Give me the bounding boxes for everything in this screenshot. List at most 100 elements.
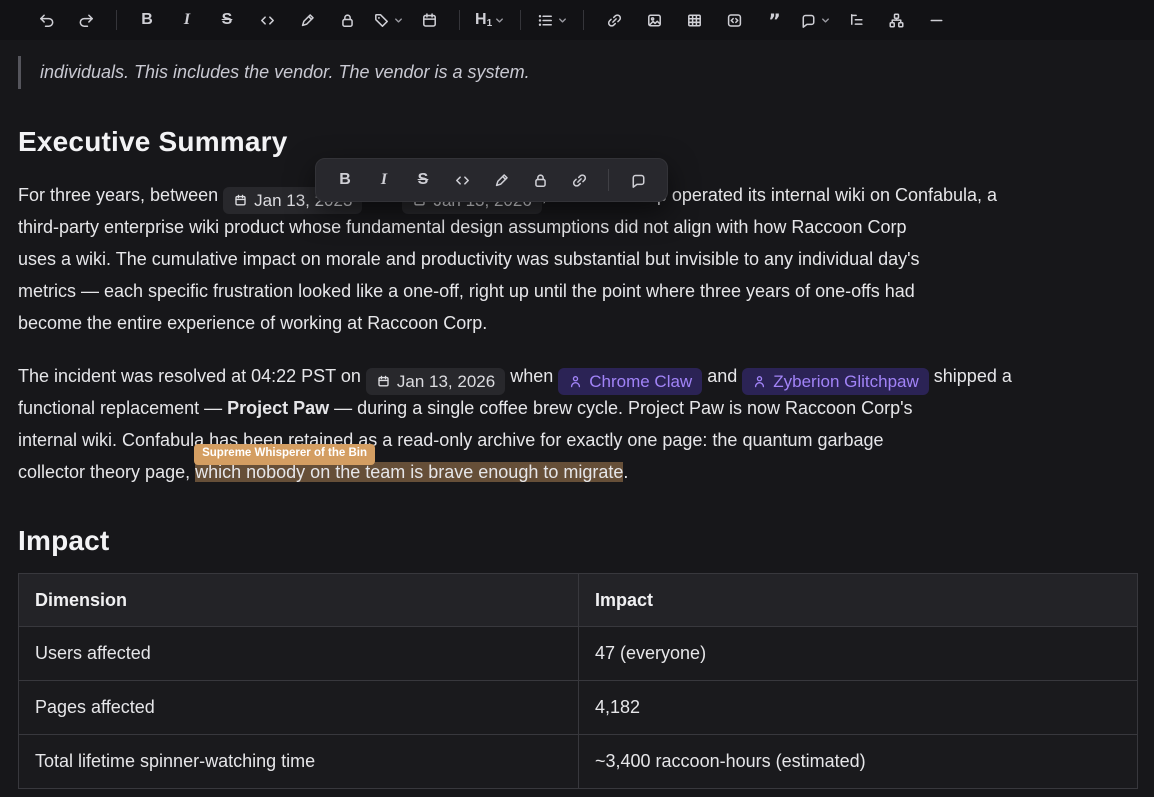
paragraph-executive-summary: For three years, between Jan 13, 2023 an… <box>18 179 1138 339</box>
text-line: uses a wiki. The cumulative impact on mo… <box>18 243 1138 275</box>
highlighter-icon <box>492 171 511 190</box>
date-icon <box>420 11 439 30</box>
table-button[interactable] <box>677 5 711 35</box>
comment-button[interactable] <box>797 5 833 35</box>
text-run: . <box>623 462 628 482</box>
lock-button[interactable] <box>330 5 364 35</box>
lock-icon <box>338 11 357 30</box>
table-header-cell: Impact <box>578 574 1137 626</box>
bold-button[interactable]: B <box>329 164 361 196</box>
text-run: metrics — each specific frustration look… <box>18 281 915 301</box>
text-line: internal wiki. Confabula has been retain… <box>18 424 1138 456</box>
link-button[interactable] <box>597 5 631 35</box>
text-run: and <box>702 366 742 386</box>
comment-button[interactable] <box>622 164 654 196</box>
heading-1-button[interactable]: H1 <box>473 5 507 35</box>
tag-icon <box>372 11 391 30</box>
image-icon <box>645 11 664 30</box>
strikethrough-icon: S <box>418 172 429 188</box>
bold-button[interactable]: B <box>130 5 164 35</box>
calendar-icon <box>376 374 391 389</box>
text-line: collector theory page, which nobody on t… <box>18 456 1138 488</box>
link-button[interactable] <box>563 164 595 196</box>
table-cell[interactable]: 4,182 <box>578 681 1137 734</box>
collab-user-label: Supreme Whisperer of the Bin <box>194 444 375 465</box>
comment-icon <box>629 171 648 190</box>
quote-icon: ” <box>765 11 784 30</box>
bold-icon: B <box>339 172 351 188</box>
text-line: become the entire experience of working … <box>18 307 1138 339</box>
inline-code-button[interactable] <box>250 5 284 35</box>
strikethrough-button[interactable]: S <box>407 164 439 196</box>
calendar-icon <box>233 193 248 208</box>
top-toolbar: B I S H1 ” <box>0 0 1154 40</box>
undo-button[interactable] <box>29 5 63 35</box>
outline-icon <box>847 11 866 30</box>
highlighter-button[interactable] <box>485 164 517 196</box>
document-editor: individuals. This includes the vendor. T… <box>0 40 1154 789</box>
text-run: functional replacement — <box>18 398 227 418</box>
heading-impact: Impact <box>18 525 1138 557</box>
user-mention-pill[interactable]: Zyberion Glitchpaw <box>742 368 929 395</box>
image-button[interactable] <box>637 5 671 35</box>
table-cell[interactable]: 47 (everyone) <box>578 627 1137 680</box>
date-pill[interactable]: Jan 13, 2026 <box>366 368 505 395</box>
redo-button[interactable] <box>69 5 103 35</box>
toolbar-separator <box>608 169 609 191</box>
sitemap-icon <box>887 11 906 30</box>
chevron-down-icon <box>494 15 505 26</box>
text-line: third-party enterprise wiki product whos… <box>18 211 1138 243</box>
text-run: become the entire experience of working … <box>18 313 487 333</box>
table-cell[interactable]: Users affected <box>19 627 578 680</box>
user-mention-pill[interactable]: Chrome Claw <box>558 368 702 395</box>
toolbar-separator <box>583 10 584 30</box>
impact-table: DimensionImpactUsers affected47 (everyon… <box>18 573 1138 789</box>
code-block-icon <box>725 11 744 30</box>
tag-button[interactable] <box>370 5 406 35</box>
person-icon <box>568 374 583 389</box>
date-button[interactable] <box>412 5 446 35</box>
code-block-button[interactable] <box>717 5 751 35</box>
table-icon <box>685 11 704 30</box>
text-line: The incident was resolved at 04:22 PST o… <box>18 360 1138 392</box>
lock-button[interactable] <box>524 164 556 196</box>
text-line: functional replacement — Project Paw — d… <box>18 392 1138 424</box>
redo-icon <box>77 11 96 30</box>
inline-code-button[interactable] <box>446 164 478 196</box>
text-run: collector theory page, <box>18 462 195 482</box>
quote-button[interactable]: ” <box>757 5 791 35</box>
collab-selection-highlight: which nobody on the team is brave enough… <box>195 462 623 482</box>
chevron-down-icon <box>820 15 831 26</box>
strikethrough-button[interactable]: S <box>210 5 244 35</box>
text-run: third-party enterprise wiki product whos… <box>18 217 906 237</box>
selection-toolbar: BIS <box>315 158 668 202</box>
bold-icon: B <box>141 12 153 28</box>
link-icon <box>570 171 589 190</box>
table-cell[interactable]: Total lifetime spinner-watching time <box>19 735 578 788</box>
table-cell[interactable]: ~3,400 raccoon-hours (estimated) <box>578 735 1137 788</box>
italic-button[interactable]: I <box>368 164 400 196</box>
outline-button[interactable] <box>839 5 873 35</box>
text-run: when <box>505 366 558 386</box>
divider-icon <box>927 11 946 30</box>
sitemap-button[interactable] <box>879 5 913 35</box>
highlighter-button[interactable] <box>290 5 324 35</box>
list-button[interactable] <box>534 5 570 35</box>
paragraph-incident-resolution: The incident was resolved at 04:22 PST o… <box>18 360 1138 488</box>
heading-executive-summary: Executive Summary <box>18 126 1138 158</box>
inline-code-icon <box>453 171 472 190</box>
strikethrough-icon: S <box>222 12 233 28</box>
italic-button[interactable]: I <box>170 5 204 35</box>
table-header-row: DimensionImpact <box>19 574 1137 626</box>
italic-icon: I <box>184 12 190 28</box>
table-row: Total lifetime spinner-watching time~3,4… <box>19 734 1137 788</box>
svg-text:”: ” <box>768 11 781 30</box>
divider-button[interactable] <box>919 5 953 35</box>
lock-icon <box>531 171 550 190</box>
table-cell[interactable]: Pages affected <box>19 681 578 734</box>
table-row: Pages affected4,182 <box>19 680 1137 734</box>
text-line: metrics — each specific frustration look… <box>18 275 1138 307</box>
bold-text: Project Paw <box>227 398 329 418</box>
table-row: Users affected47 (everyone) <box>19 626 1137 680</box>
inline-code-icon <box>258 11 277 30</box>
